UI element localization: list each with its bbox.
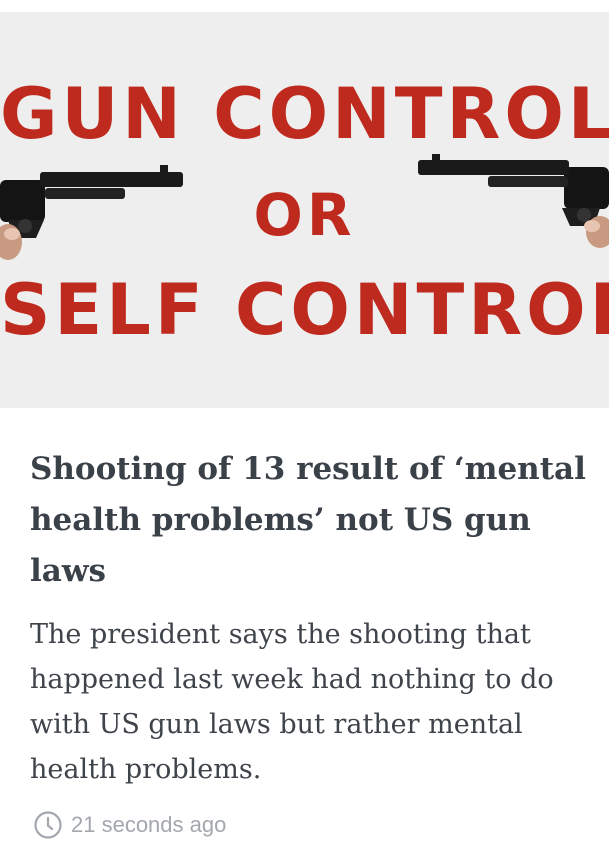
article-meta: 21 seconds ago	[33, 808, 226, 842]
hero-text-line-3: SELF CONTROL?	[0, 269, 609, 351]
article-summary: The president says the shooting that hap…	[30, 619, 554, 785]
clock-icon	[34, 811, 62, 839]
timestamp: 21 seconds ago	[71, 812, 227, 837]
news-card[interactable]: GUN CONTROL OR SELF CONTROL? Shooting of…	[0, 0, 609, 859]
hero-image: GUN CONTROL OR SELF CONTROL?	[0, 12, 609, 408]
article-headline[interactable]: Shooting of 13 result of ‘mental health …	[30, 444, 586, 597]
hero-text-line-2: OR	[253, 181, 356, 249]
hero-text-line-1: GUN CONTROL	[0, 73, 609, 155]
